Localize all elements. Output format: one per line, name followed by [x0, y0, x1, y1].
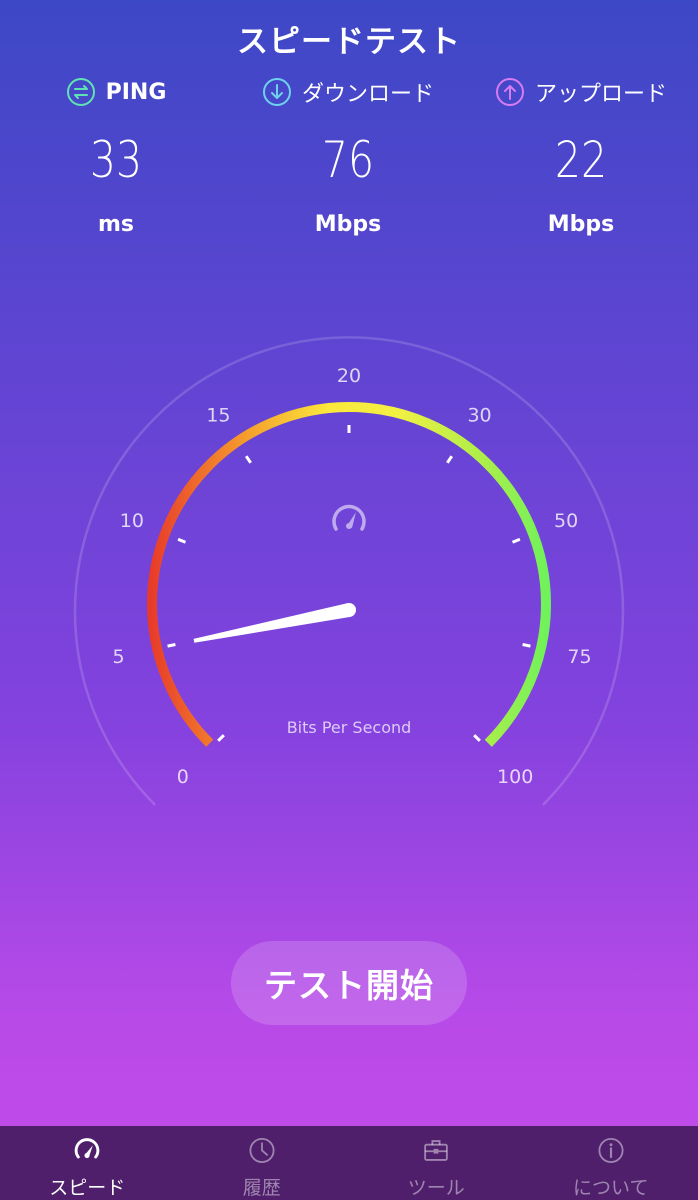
gauge-tick [446, 455, 454, 464]
ping-arrows-icon [66, 78, 95, 106]
gauge-ticks [167, 425, 531, 742]
upload-arrow-icon [495, 78, 524, 106]
page-title: スピードテスト [237, 24, 461, 60]
gauge-tick-label: 10 [120, 510, 144, 532]
gauge-tick-label: 50 [554, 510, 578, 532]
gauge-tick [217, 734, 225, 742]
toolbox-icon [424, 1140, 449, 1161]
gauge-tick-label: 75 [567, 646, 591, 668]
gauge-tick-label: 0 [177, 766, 189, 788]
gauge-tick [167, 643, 176, 648]
clock-icon [249, 1137, 275, 1164]
gauge-tick [244, 455, 252, 464]
info-icon [598, 1137, 624, 1164]
download-metric: ダウンロード 76 Mbps [232, 74, 464, 237]
gauge-tick-label: 30 [467, 405, 491, 427]
tab-speed[interactable]: スピード [0, 1126, 175, 1200]
gauge-tick-label: 100 [497, 766, 533, 788]
gauge-tick-label: 20 [337, 365, 361, 387]
tab-history-label: 履歴 [242, 1177, 281, 1199]
upload-metric: アップロード 22 Mbps [465, 74, 697, 237]
download-label: ダウンロード [301, 82, 434, 107]
tab-history[interactable]: 履歴 [175, 1126, 350, 1200]
gauge-center-speedometer-icon [332, 504, 366, 531]
gauge-caption: Bits Per Second [287, 718, 412, 737]
ping-unit: ms [97, 212, 135, 237]
tab-tools-label: ツール [407, 1177, 465, 1199]
ping-value: 33 [89, 131, 143, 189]
ping-label: PING [105, 79, 167, 105]
gauge-needle-hub [342, 603, 356, 617]
gauge-colored-arc [147, 401, 551, 747]
gauge-tick-label: 15 [206, 405, 230, 427]
download-value: 76 [321, 131, 375, 189]
gauge-needle [193, 603, 351, 643]
tab-bar: スピード 履歴 ツール について [0, 1126, 698, 1200]
speed-gauge: 0 5 10 15 20 30 50 75 100 Bits Per Second [73, 336, 625, 806]
gauge-tick [511, 537, 521, 544]
gauge-tick [473, 734, 481, 742]
tab-speed-label: スピード [49, 1177, 126, 1199]
ping-metric: PING 33 ms [0, 74, 232, 237]
upload-value: 22 [554, 131, 608, 189]
speedometer-icon [74, 1138, 100, 1159]
upload-label: アップロード [534, 82, 667, 107]
start-test-button[interactable]: テスト開始 [231, 941, 467, 1025]
tab-about-label: について [573, 1177, 649, 1199]
download-unit: Mbps [314, 212, 382, 237]
upload-unit: Mbps [547, 212, 615, 237]
tab-tools[interactable]: ツール [349, 1126, 524, 1200]
gauge-tick [522, 643, 531, 648]
gauge-tick [177, 537, 187, 544]
download-arrow-icon [262, 78, 291, 106]
gauge-tick-label: 5 [112, 646, 124, 668]
tab-about[interactable]: について [524, 1126, 698, 1200]
